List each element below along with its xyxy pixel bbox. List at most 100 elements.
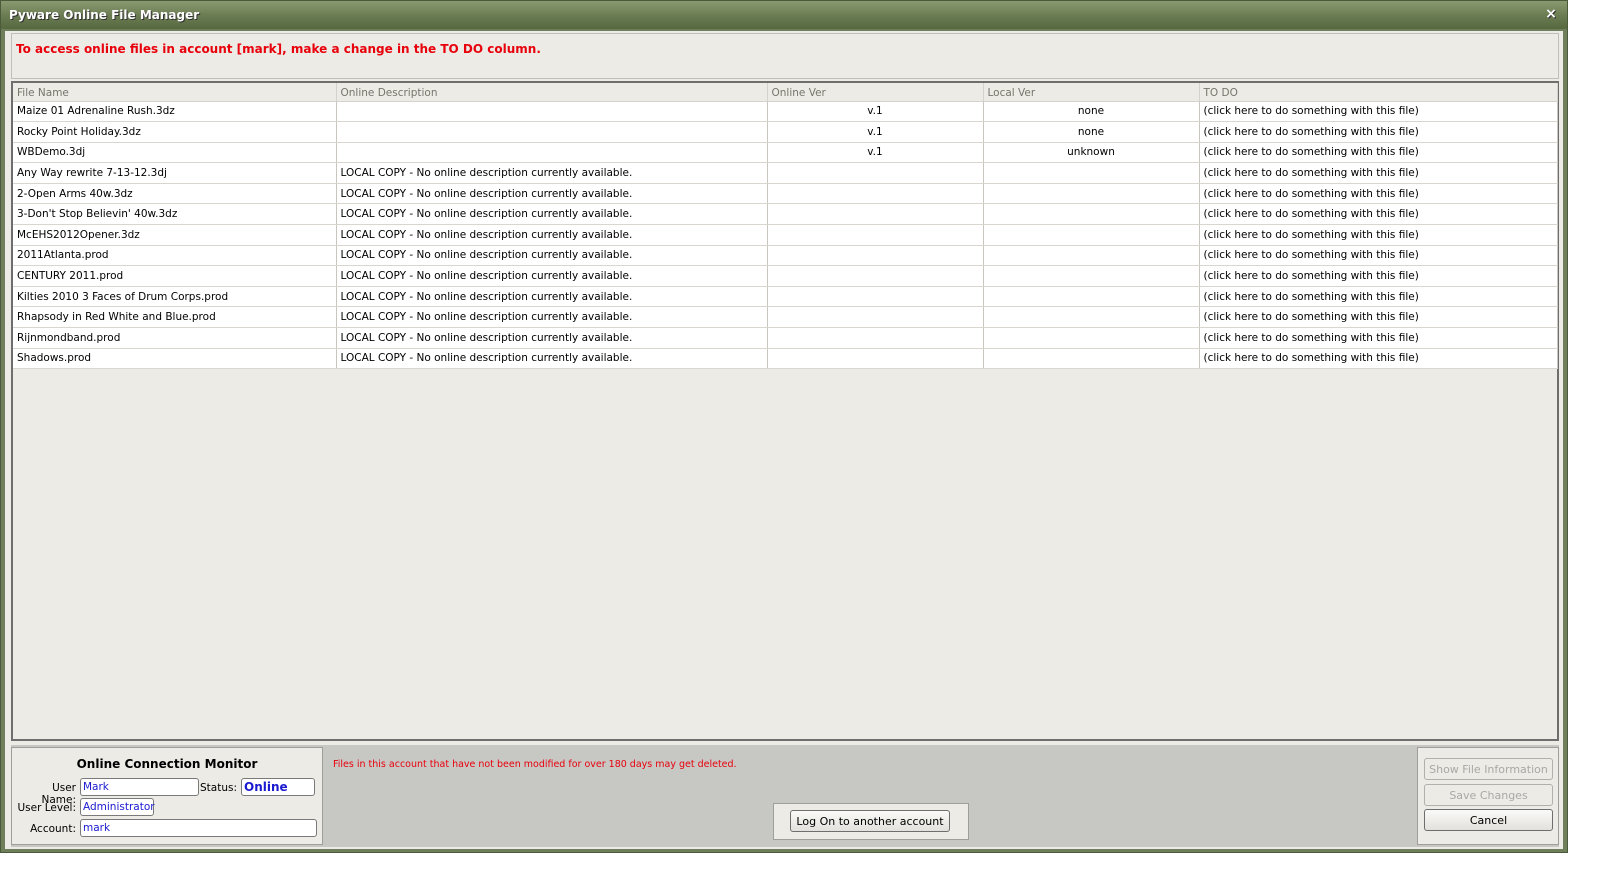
account-label: Account: [30, 823, 76, 835]
action-buttons-panel: Show File Information Save Changes Cance… [1417, 747, 1559, 845]
show-file-information-button[interactable]: Show File Information [1424, 758, 1553, 780]
cell-online-description: LOCAL COPY - No online description curre… [336, 327, 768, 349]
deletion-warning: Files in this account that have not been… [333, 759, 737, 770]
column-header-online-description[interactable]: Online Description [336, 83, 768, 102]
cell-todo[interactable]: (click here to do something with this fi… [1199, 327, 1558, 349]
column-header-local-ver[interactable]: Local Ver [983, 83, 1200, 102]
cell-file-name[interactable]: Shadows.prod [13, 348, 337, 370]
cell-local-ver [983, 348, 1200, 370]
cell-online-description [336, 121, 768, 143]
cell-local-ver: none [983, 121, 1200, 143]
cell-online-ver [767, 224, 984, 246]
user-name-field: Mark [80, 778, 199, 796]
window-title: Pyware Online File Manager [9, 8, 200, 22]
cell-online-ver [767, 203, 984, 226]
cell-online-description [336, 101, 768, 123]
table-header-row: File Name Online Description Online Ver … [13, 83, 1558, 102]
cell-todo[interactable]: (click here to do something with this fi… [1199, 348, 1558, 370]
table-row[interactable]: Rhapsody in Red White and Blue.prod LOCAL… [13, 306, 1558, 329]
cell-online-description: LOCAL COPY - No online description curre… [336, 183, 768, 205]
cell-local-ver [983, 183, 1200, 205]
message-panel: To access online files in account [mark]… [11, 33, 1559, 79]
column-header-todo[interactable]: TO DO [1199, 83, 1558, 102]
cell-online-description: LOCAL COPY - No online description curre… [336, 306, 768, 329]
cell-online-ver: v.1 [767, 121, 984, 143]
table-row[interactable]: Maize 01 Adrenaline Rush.3dz v.1 none (clic… [13, 101, 1558, 123]
cell-local-ver: none [983, 101, 1200, 123]
title-bar[interactable]: Pyware Online File Manager × [1, 1, 1567, 29]
cell-local-ver [983, 245, 1200, 267]
cell-todo[interactable]: (click here to do something with this fi… [1199, 286, 1558, 308]
cell-online-description: LOCAL COPY - No online description curre… [336, 348, 768, 370]
cancel-button[interactable]: Cancel [1424, 809, 1553, 831]
table-row[interactable]: 2011Atlanta.prod LOCAL COPY - No online d… [13, 245, 1558, 267]
table-row[interactable]: Shadows.prod LOCAL COPY - No online descr… [13, 348, 1558, 370]
cell-online-description: LOCAL COPY - No online description curre… [336, 245, 768, 267]
cell-file-name[interactable]: Rocky Point Holiday.3dz [13, 121, 337, 143]
cell-local-ver [983, 162, 1200, 184]
cell-todo[interactable]: (click here to do something with this fi… [1199, 162, 1558, 184]
cell-online-description: LOCAL COPY - No online description curre… [336, 224, 768, 246]
monitor-title: Online Connection Monitor [76, 757, 258, 771]
table-row[interactable]: Rocky Point Holiday.3dz v.1 none (click her… [13, 121, 1558, 143]
cell-todo[interactable]: (click here to do something with this fi… [1199, 224, 1558, 246]
cell-todo[interactable]: (click here to do something with this fi… [1199, 101, 1558, 123]
cell-local-ver: unknown [983, 142, 1200, 164]
connection-monitor: Online Connection Monitor User Name: Mar… [11, 747, 323, 845]
close-icon[interactable]: × [1544, 7, 1558, 21]
cell-file-name[interactable]: WBDemo.3dj [13, 142, 337, 164]
cell-file-name[interactable]: 3-Don't Stop Believin' 40w.3dz [13, 203, 337, 226]
cell-local-ver [983, 286, 1200, 308]
cell-file-name[interactable]: Rhapsody in Red White and Blue.prod [13, 306, 337, 329]
status-field: Online [241, 778, 315, 796]
table-row[interactable]: Any Way rewrite 7-13-12.3dj LOCAL COPY - … [13, 162, 1558, 184]
cell-todo[interactable]: (click here to do something with this fi… [1199, 306, 1558, 329]
cell-todo[interactable]: (click here to do something with this fi… [1199, 203, 1558, 226]
cell-file-name[interactable]: McEHS2012Opener.3dz [13, 224, 337, 246]
table-row[interactable]: 3-Don't Stop Believin' 40w.3dz LOCAL COPY… [13, 203, 1558, 226]
cell-online-ver [767, 162, 984, 184]
logon-another-account-button[interactable]: Log On to another account [790, 810, 950, 832]
cell-file-name[interactable]: Any Way rewrite 7-13-12.3dj [13, 162, 337, 184]
cell-online-description [336, 142, 768, 164]
account-field: mark [80, 819, 317, 837]
save-changes-button[interactable]: Save Changes [1424, 784, 1553, 806]
table-row[interactable]: WBDemo.3dj v.1 unknown (click here to do so… [13, 142, 1558, 164]
cell-todo[interactable]: (click here to do something with this fi… [1199, 265, 1558, 287]
content-area: To access online files in account [mark]… [5, 31, 1563, 849]
cell-online-description: LOCAL COPY - No online description curre… [336, 203, 768, 226]
logon-panel: Log On to another account [773, 803, 969, 840]
file-table-panel[interactable]: File Name Online Description Online Ver … [11, 81, 1559, 741]
file-table: File Name Online Description Online Ver … [13, 83, 1558, 370]
cell-local-ver [983, 327, 1200, 349]
table-row[interactable]: Rijnmondband.prod LOCAL COPY - No online … [13, 327, 1558, 349]
cell-todo[interactable]: (click here to do something with this fi… [1199, 183, 1558, 205]
cell-local-ver [983, 265, 1200, 287]
table-row[interactable]: 2-Open Arms 40w.3dz LOCAL COPY - No onlin… [13, 183, 1558, 205]
cell-todo[interactable]: (click here to do something with this fi… [1199, 142, 1558, 164]
table-row[interactable]: McEHS2012Opener.3dz LOCAL COPY - No onlin… [13, 224, 1558, 246]
cell-online-description: LOCAL COPY - No online description curre… [336, 286, 768, 308]
cell-file-name[interactable]: 2011Atlanta.prod [13, 245, 337, 267]
cell-file-name[interactable]: Maize 01 Adrenaline Rush.3dz [13, 101, 337, 123]
cell-file-name[interactable]: 2-Open Arms 40w.3dz [13, 183, 337, 205]
cell-file-name[interactable]: CENTURY 2011.prod [13, 265, 337, 287]
cell-online-description: LOCAL COPY - No online description curre… [336, 265, 768, 287]
bottom-bar: Online Connection Monitor User Name: Mar… [11, 745, 1559, 847]
column-header-file-name[interactable]: File Name [13, 83, 337, 102]
cell-online-ver [767, 245, 984, 267]
cell-online-ver: v.1 [767, 101, 984, 123]
column-header-online-ver[interactable]: Online Ver [767, 83, 984, 102]
cell-local-ver [983, 224, 1200, 246]
table-row[interactable]: Kilties 2010 3 Faces of Drum Corps.prod L… [13, 286, 1558, 308]
cell-local-ver [983, 306, 1200, 329]
instruction-message: To access online files in account [mark]… [16, 42, 541, 56]
cell-todo[interactable]: (click here to do something with this fi… [1199, 121, 1558, 143]
table-row[interactable]: CENTURY 2011.prod LOCAL COPY - No online … [13, 265, 1558, 287]
cell-online-ver [767, 183, 984, 205]
cell-file-name[interactable]: Rijnmondband.prod [13, 327, 337, 349]
cell-file-name[interactable]: Kilties 2010 3 Faces of Drum Corps.prod [13, 286, 337, 308]
cell-online-ver [767, 286, 984, 308]
cell-online-ver: v.1 [767, 142, 984, 164]
cell-todo[interactable]: (click here to do something with this fi… [1199, 245, 1558, 267]
